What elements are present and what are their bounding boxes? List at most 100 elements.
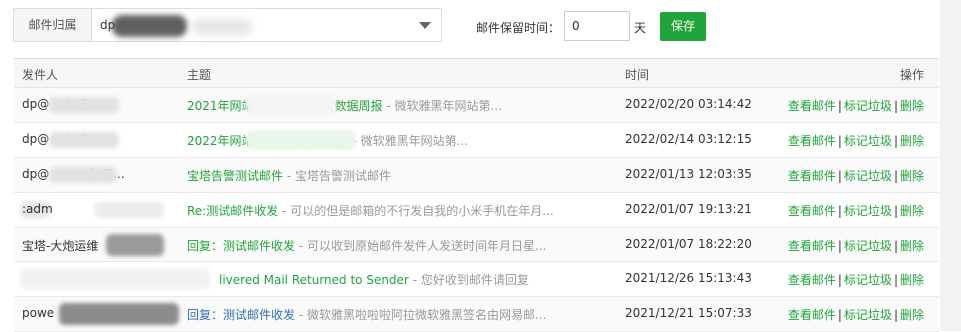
mark-spam-link[interactable]: 标记垃圾 [844,99,892,113]
retention-days-input[interactable] [564,11,630,41]
table-row: :adm Re:测试邮件收发 - 可以的但是邮箱的不行发自我的小米手机在年月..… [14,192,939,228]
time-cell: 2022/02/20 03:14:42 [625,97,752,111]
delete-link[interactable]: 删除 [900,99,924,113]
separator: | [893,168,898,183]
mark-spam-link[interactable]: 标记垃圾 [844,239,892,253]
redaction-blur [20,269,210,290]
row-actions: 查看邮件 | 标记垃圾 | 删除 [788,167,924,184]
view-mail-link[interactable]: 查看邮件 [788,204,836,218]
separator: | [837,133,842,148]
mark-spam-link[interactable]: 标记垃圾 [844,273,892,287]
redaction-blur [49,166,117,183]
separator: | [837,168,842,183]
chevron-down-icon[interactable] [419,22,431,29]
preview-text: - 微软雅黑啦啦啦阿拉微软雅黑签名由网易邮... [295,308,547,323]
subject-cell[interactable]: 回复：测试邮件收发 - 微软雅黑啦啦啦阿拉微软雅黑签名由网易邮... [187,306,577,323]
subject-cell[interactable]: livered Mail Returned to Sender - 您好收到邮件… [219,271,609,288]
redaction-blur [106,233,164,256]
subject-link[interactable]: 宝塔告警测试邮件 [187,169,283,183]
row-actions: 查看邮件 | 标记垃圾 | 删除 [788,306,924,323]
separator: | [837,308,842,323]
row-actions: 查看邮件 | 标记垃圾 | 删除 [788,237,924,254]
separator: | [893,273,898,288]
sender-cell: :adm [22,201,53,216]
subject-link[interactable]: livered Mail Returned to Sender [219,273,409,287]
subject-link[interactable]: Re:测试邮件收发 [187,204,278,218]
separator: | [893,238,898,253]
subject-link[interactable]: 回复：测试邮件收发 [187,308,295,322]
header-actions: 操作 [899,68,924,82]
time-cell: 2022/01/07 19:13:21 [625,201,752,216]
mark-spam-link[interactable]: 标记垃圾 [844,308,892,322]
subject-cell[interactable]: 宝塔告警测试邮件 - 宝塔告警测试邮件 [187,167,577,184]
separator: | [837,238,842,253]
header-subject: 主题 [187,68,212,82]
mark-spam-link[interactable]: 标记垃圾 [844,169,892,183]
redaction-blur [49,97,119,113]
row-actions: 查看邮件 | 标记垃圾 | 删除 [788,97,924,114]
time-cell: 2022/01/07 18:22:20 [625,236,752,251]
retention-label: 邮件保留时间： [476,21,561,35]
separator: | [837,203,842,218]
delete-link[interactable]: 删除 [900,308,924,322]
right-scroll-area [940,0,961,331]
subject-cell[interactable]: Re:测试邮件收发 - 可以的但是邮箱的不行发自我的小米手机在年月... [187,202,577,219]
table-row: dp@ <dp@... 2021年网站\ yw.cn第50周数据周报 - 微软雅… [14,88,939,123]
delete-link[interactable]: 删除 [900,134,924,148]
preview-text: - 微软雅黑年网站第... [348,133,469,148]
redaction-blur [192,19,252,35]
save-button[interactable]: 保存 [660,12,706,41]
view-mail-link[interactable]: 查看邮件 [788,99,836,113]
delete-link[interactable]: 删除 [900,169,924,183]
mail-table: 发件人 主题 时间 操作 dp@ <dp@... 2021年网站\ yw.cn第… [14,58,939,332]
header-time: 时间 [625,68,650,82]
table-row: livered Mail Returned to Sender - 您好收到邮件… [14,262,939,298]
redaction-blur [59,303,179,326]
preview-text: - 微软雅黑年网站第... [382,99,502,113]
preview-text: - 宝塔告警测试邮件 [283,168,391,183]
separator: | [893,99,898,113]
sender-cell: 宝塔-大炮运维 [22,238,99,253]
preview-text: - 可以的但是邮箱的不行发自我的小米手机在年月... [278,203,554,218]
mail-owner-select[interactable]: dp [91,8,442,42]
subject-link[interactable]: 回复：测试邮件收发 [187,239,295,253]
mark-spam-link[interactable]: 标记垃圾 [844,134,892,148]
mail-owner-label: 邮件归属 [13,8,91,42]
table-row: powe 回复：测试邮件收发 - 微软雅黑啦啦啦阿拉微软雅黑签名由网易邮... … [14,297,939,332]
view-mail-link[interactable]: 查看邮件 [788,169,836,183]
header-sender: 发件人 [22,68,59,82]
delete-link[interactable]: 删除 [900,239,924,253]
toolbar: 邮件归属 dp 邮件保留时间： 天 保存 [0,0,961,56]
separator: | [893,133,898,148]
redaction-blur [246,129,356,150]
separator: | [837,99,842,113]
sender-cell: powe [22,306,55,321]
separator: | [893,203,898,218]
delete-link[interactable]: 删除 [900,273,924,287]
table-row: 宝塔-大炮运维 回复：测试邮件收发 - 可以收到原始邮件发件人发送时间年月日星.… [14,227,939,263]
delete-link[interactable]: 删除 [900,204,924,218]
redaction-blur [94,201,164,218]
table-body: dp@ <dp@... 2021年网站\ yw.cn第50周数据周报 - 微软雅… [14,88,939,332]
view-mail-link[interactable]: 查看邮件 [788,273,836,287]
row-actions: 查看邮件 | 标记垃圾 | 删除 [788,132,924,149]
row-actions: 查看邮件 | 标记垃圾 | 删除 [788,202,924,219]
time-cell: 2021/12/21 15:07:33 [625,306,752,321]
view-mail-link[interactable]: 查看邮件 [788,134,836,148]
view-mail-link[interactable]: 查看邮件 [788,308,836,322]
time-cell: 2021/12/26 15:13:43 [625,271,752,286]
separator: | [837,273,842,288]
time-cell: 2022/02/14 03:12:15 [625,131,752,146]
retention-unit: 天 [634,21,647,35]
redaction-blur [49,131,119,148]
preview-text: - 可以收到原始邮件发件人发送时间年月日星... [295,238,547,253]
time-cell: 2022/01/13 12:03:35 [625,166,752,181]
subject-cell[interactable]: 回复：测试邮件收发 - 可以收到原始邮件发件人发送时间年月日星... [187,237,577,254]
redaction-blur [246,95,336,115]
redaction-blur [112,15,187,37]
separator: | [893,308,898,323]
row-actions: 查看邮件 | 标记垃圾 | 删除 [788,271,924,288]
mark-spam-link[interactable]: 标记垃圾 [844,204,892,218]
view-mail-link[interactable]: 查看邮件 [788,239,836,253]
table-row: dp@ om <dp@... 宝塔告警测试邮件 - 宝塔告警测试邮件 2022/… [14,157,939,193]
